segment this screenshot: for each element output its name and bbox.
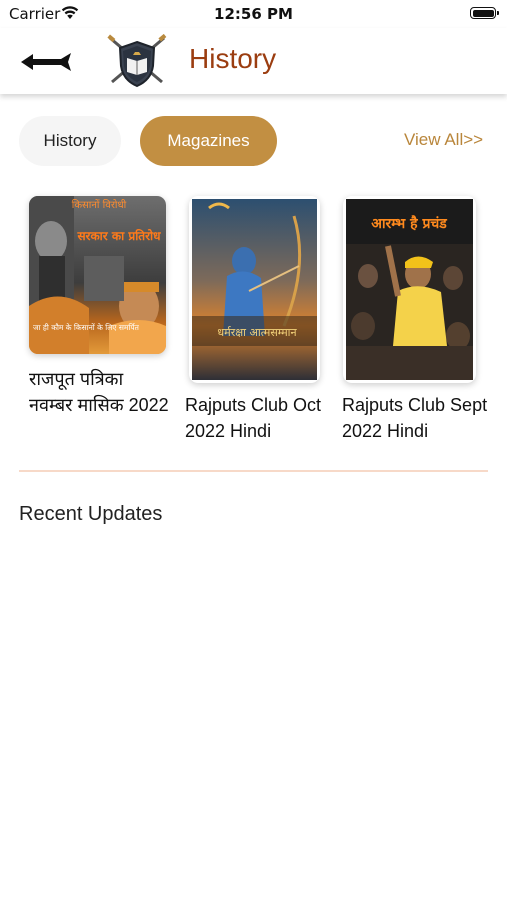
magazine-title-1[interactable]: राजपूत पत्रिका नवम्बर मासिक 2022 — [29, 366, 169, 418]
status-time: 12:56 PM — [214, 5, 293, 23]
cover-2-text: धर्मरक्षा आत्मसम्मान — [217, 326, 297, 339]
page-title: History — [189, 43, 277, 74]
magazine-cover-1[interactable]: किसानों विरोधी सरकार का प्रतिरोध जा ही क… — [29, 196, 166, 354]
magazine-cover-2[interactable]: धर्मरक्षा आत्मसम्मान — [189, 196, 320, 383]
section-divider — [19, 470, 488, 472]
app-header: History — [0, 28, 507, 94]
magazine-cover-3[interactable]: आरम्भ है प्रचंड — [343, 196, 476, 383]
magazine-title-2[interactable]: Rajputs Club Oct 2022 Hindi — [185, 392, 325, 444]
magazine-title-3[interactable]: Rajputs Club Sept 2022 Hindi — [342, 392, 492, 444]
arrow-left-icon[interactable] — [18, 50, 74, 74]
cover-3-text: आरम्भ है प्रचंड — [371, 215, 447, 232]
cover-1-text-top: किसानों विरोधी — [72, 199, 127, 211]
crossed-swords-shield-icon — [107, 34, 167, 88]
battery-icon — [470, 7, 499, 19]
view-all-link[interactable]: View All>> — [404, 130, 483, 150]
cover-1-text-mid: सरकार का प्रतिरोध — [76, 229, 161, 243]
status-bar: Carrier 12:56 PM — [0, 0, 507, 28]
tab-history[interactable]: History — [19, 116, 121, 166]
cover-1-text-bottom: जा ही कौम के किसानों के लिए समर्पित — [33, 323, 140, 332]
recent-updates-heading: Recent Updates — [19, 503, 163, 525]
tab-magazines[interactable]: Magazines — [140, 116, 277, 166]
